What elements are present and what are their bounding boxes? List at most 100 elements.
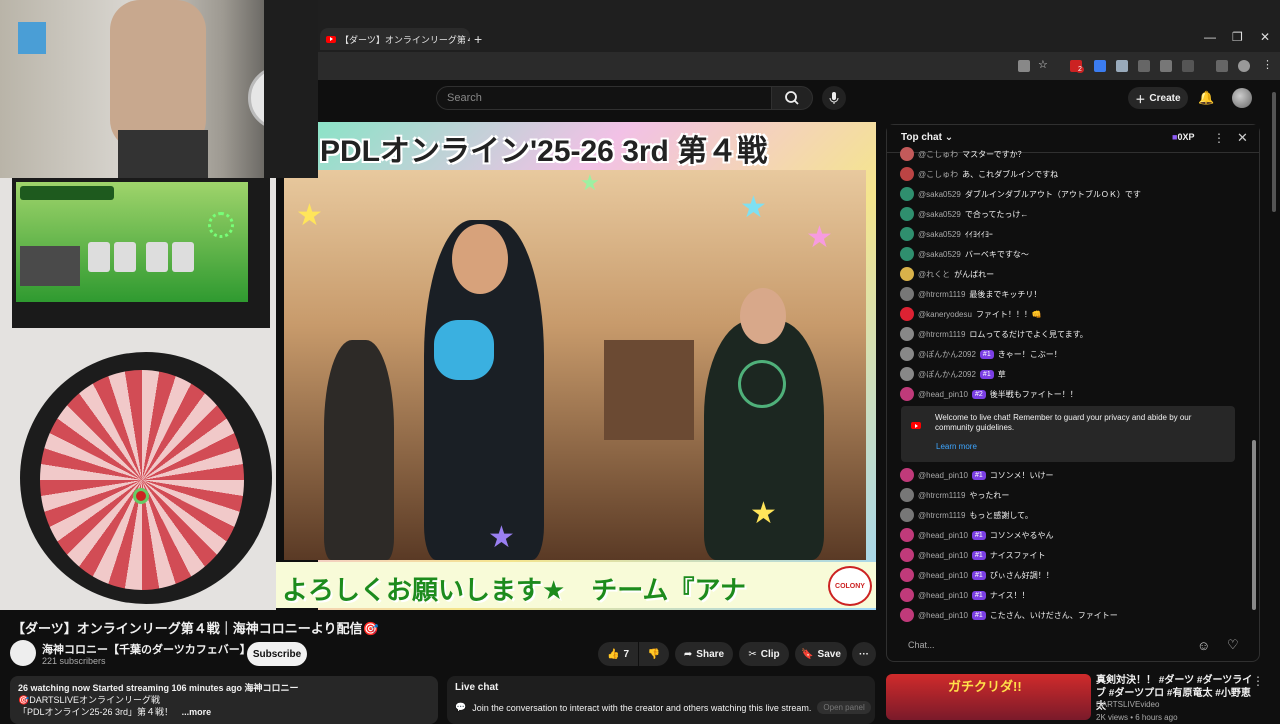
account-avatar[interactable]	[1232, 88, 1252, 108]
chat-author[interactable]: @htrcrm1119	[918, 491, 965, 500]
clip-button[interactable]: ✂ Clip	[739, 642, 789, 666]
extension-icon[interactable]	[1116, 60, 1128, 72]
channel-avatar[interactable]	[10, 640, 36, 666]
chat-author[interactable]: @こしゅわ	[918, 169, 958, 180]
save-button[interactable]: 🔖 Save	[795, 642, 847, 666]
chat-avatar[interactable]	[900, 207, 914, 221]
chat-author[interactable]: @htrcrm1119	[918, 511, 965, 520]
chat-message[interactable]: @head_pin10 #1 こたさん、いけださん、ファイトー	[900, 605, 1250, 625]
chat-message[interactable]: @ぽんかん2092 #1 草	[900, 364, 1250, 384]
chat-message[interactable]: @htrcrm1119 最後までキッチリ！	[900, 284, 1250, 304]
chat-avatar[interactable]	[900, 347, 914, 361]
chat-avatar[interactable]	[900, 327, 914, 341]
emoji-icon[interactable]: ☺	[1197, 638, 1210, 653]
subscribe-button[interactable]: Subscribe	[247, 642, 307, 666]
like-button[interactable]: 👍 7	[598, 642, 638, 666]
chat-author[interactable]: @saka0529	[918, 190, 961, 199]
heart-icon[interactable]: ♡	[1227, 637, 1239, 653]
chat-avatar[interactable]	[900, 387, 914, 401]
chat-message[interactable]: @saka0529 で合ってたっけ←	[900, 204, 1250, 224]
chat-message[interactable]: @htrcrm1119 やったれー	[900, 485, 1250, 505]
chat-author[interactable]: @ぽんかん2092	[918, 349, 976, 360]
channel-name[interactable]: 海神コロニー【千葉のダーツカフェバー】	[42, 641, 251, 657]
chat-author[interactable]: @こしゅわ	[918, 149, 958, 160]
chat-avatar[interactable]	[900, 367, 914, 381]
chat-avatar[interactable]	[900, 468, 914, 482]
chat-message[interactable]: @こしゅわ あ、これダブルインですね	[900, 164, 1250, 184]
page-scrollbar[interactable]	[1272, 92, 1276, 212]
chat-author[interactable]: @れくと	[918, 269, 950, 280]
chat-more-icon[interactable]: ⋮	[1213, 131, 1225, 145]
puzzle-icon[interactable]	[1182, 60, 1194, 72]
reading-list-icon[interactable]	[1216, 60, 1228, 72]
extension-icon[interactable]	[1094, 60, 1106, 72]
browser-menu-icon[interactable]: ⋮	[1262, 58, 1273, 71]
chat-message[interactable]: @head_pin10 #1 ナイスファイト	[900, 545, 1250, 565]
chat-message[interactable]: @kaneryodesu ファイト！！！👊	[900, 304, 1250, 324]
window-close-button[interactable]: ✕	[1260, 30, 1270, 44]
chat-message[interactable]: @saka0529 ダブルインダブルアウト（アウトブルＯＫ）です	[900, 184, 1250, 204]
more-link[interactable]: ...more	[182, 707, 212, 717]
open-panel-button[interactable]: Open panel	[817, 701, 871, 714]
profile-icon[interactable]	[1238, 60, 1250, 72]
chat-avatar[interactable]	[900, 588, 914, 602]
chat-avatar[interactable]	[900, 548, 914, 562]
chat-author[interactable]: @htrcrm1119	[918, 290, 965, 299]
voice-search-button[interactable]	[822, 86, 846, 110]
extension-icon[interactable]	[1138, 60, 1150, 72]
recommended-more-icon[interactable]: ⋮	[1252, 674, 1264, 688]
chat-avatar[interactable]	[900, 608, 914, 622]
chat-author[interactable]: @head_pin10	[918, 471, 968, 480]
chat-author[interactable]: @head_pin10	[918, 591, 968, 600]
chat-avatar[interactable]	[900, 307, 914, 321]
chat-author[interactable]: @head_pin10	[918, 390, 968, 399]
chat-message[interactable]: @ぽんかん2092 #1 きゃー！こぶー！	[900, 344, 1250, 364]
search-input[interactable]: Search	[436, 86, 772, 110]
chat-avatar[interactable]	[900, 187, 914, 201]
chat-message[interactable]: @htrcrm1119 もっと感謝して。	[900, 505, 1250, 525]
chat-message[interactable]: @head_pin10 #1 ナイス！！	[900, 585, 1250, 605]
chat-mode-dropdown[interactable]: Top chat ⌄	[901, 132, 953, 143]
recommended-video-thumbnail[interactable]: ガチクリダ!!	[886, 674, 1091, 720]
chat-avatar[interactable]	[900, 568, 914, 582]
create-button[interactable]: ＋ Create	[1128, 87, 1188, 109]
chat-avatar[interactable]	[900, 247, 914, 261]
chat-message[interactable]: @head_pin10 #2 後半戦もファイトー！！	[900, 384, 1250, 404]
chat-avatar[interactable]	[900, 227, 914, 241]
chat-author[interactable]: @saka0529	[918, 210, 961, 219]
notifications-bell-icon[interactable]: 🔔	[1198, 90, 1214, 106]
chat-author[interactable]: @saka0529	[918, 230, 961, 239]
extension-icon[interactable]	[1160, 60, 1172, 72]
description-box[interactable]: 26 watching now Started streaming 106 mi…	[10, 676, 438, 724]
chat-scrollbar[interactable]	[1252, 440, 1256, 610]
more-actions-button[interactable]: ···	[852, 642, 876, 666]
chat-message[interactable]: @htrcrm1119 ロムってるだけでよく見てます。	[900, 324, 1250, 344]
xp-badge[interactable]: ■0XP	[1172, 132, 1194, 142]
search-button[interactable]	[771, 86, 813, 110]
chat-message[interactable]: @saka0529 ｲｲﾖｲｲﾖｰ	[900, 224, 1250, 244]
chat-author[interactable]: @head_pin10	[918, 571, 968, 580]
chat-message[interactable]: @こしゅわ マスターですか？	[900, 144, 1250, 164]
chat-avatar[interactable]	[900, 267, 914, 281]
chat-author[interactable]: @head_pin10	[918, 611, 968, 620]
chat-message[interactable]: @head_pin10 #1 コソンメ！いけー	[900, 465, 1250, 485]
bookmark-star-icon[interactable]: ☆	[1038, 58, 1048, 71]
maximize-button[interactable]: ❐	[1232, 30, 1243, 44]
chat-author[interactable]: @head_pin10	[918, 551, 968, 560]
browser-tab[interactable]: 【ダーツ】オンラインリーグ第４戦 🔇 ✕	[320, 28, 470, 50]
recommended-channel[interactable]: DARTSLIVEvideo	[1096, 700, 1159, 709]
chat-input[interactable]: Chat...	[900, 636, 1196, 656]
chat-author[interactable]: @saka0529	[918, 250, 961, 259]
share-button[interactable]: ➦ Share	[675, 642, 733, 666]
chat-avatar[interactable]	[900, 167, 914, 181]
chat-avatar[interactable]	[900, 287, 914, 301]
chat-message[interactable]: @head_pin10 #1 コソンメやるやん	[900, 525, 1250, 545]
dislike-button[interactable]: 👎	[639, 642, 669, 666]
chat-author[interactable]: @kaneryodesu	[918, 310, 972, 319]
chat-author[interactable]: @ぽんかん2092	[918, 369, 976, 380]
learn-more-link[interactable]: Learn more	[936, 442, 977, 451]
chat-author[interactable]: @htrcrm1119	[918, 330, 965, 339]
new-tab-button[interactable]: +	[474, 31, 482, 47]
chat-message[interactable]: @れくと がんばれー	[900, 264, 1250, 284]
chat-avatar[interactable]	[900, 528, 914, 542]
